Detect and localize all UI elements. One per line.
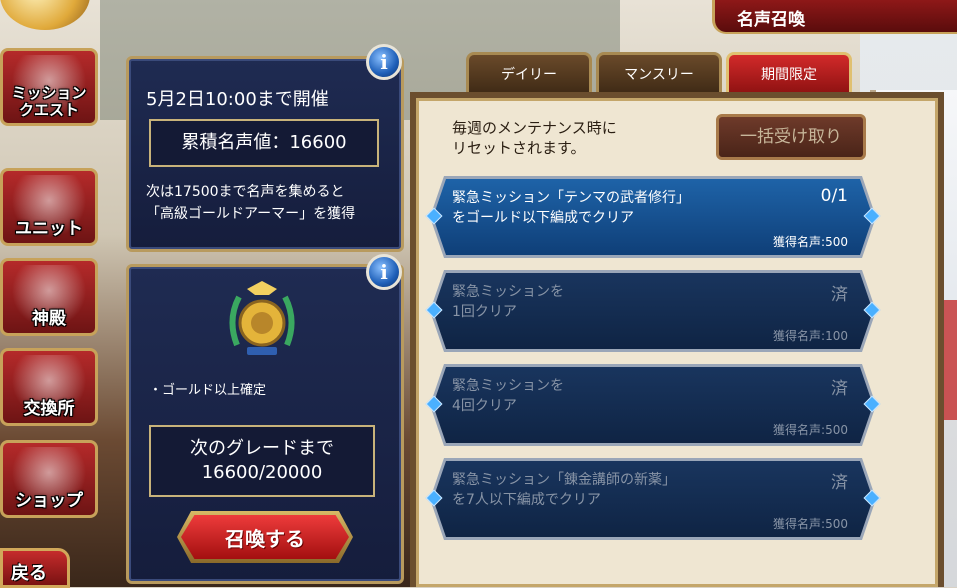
tab-monthly[interactable]: マンスリー [596,52,722,96]
gold-trophy-emblem-icon [229,281,295,355]
next-grade-progress: 16600/20000 [201,462,323,483]
summon-button-label: 召喚する [225,527,305,551]
mission-description: 緊急ミッション「テンマの武者修行」 をゴールド以下編成でクリア [452,190,690,226]
nav-shop-button[interactable]: ショップ [0,440,98,518]
accumulated-fame-box: 累積名声値：16600 [149,119,379,167]
mission-status: 済 [831,285,848,305]
mission-reward: 獲得名声:100 [773,329,848,343]
next-reward-line2: 「高級ゴールドアーマー」を獲得 [146,206,356,222]
next-reward-line1: 次は17500まで名声を集めると [146,184,345,200]
event-end-date: 5月2日10:00まで開催 [146,89,329,110]
nav-temple-label: 神殿 [32,309,66,329]
mission-card[interactable]: 緊急ミッションを 4回クリア 済 獲得名声:500 [425,364,881,446]
next-grade-box: 次のグレードまで 16600/20000 [149,425,375,497]
nav-exchange-label: 交換所 [23,399,75,419]
reset-notice-line1: 毎週のメンテナンス時に [452,119,617,137]
summon-button[interactable]: 召喚する [177,511,353,563]
reset-notice-line2: リセットされます。 [452,139,586,157]
mission-card[interactable]: 緊急ミッション「テンマの武者修行」 をゴールド以下編成でクリア 0/1 獲得名声… [425,176,881,258]
mission-reward: 獲得名声:500 [773,423,848,437]
top-emblem-icon[interactable] [0,0,90,30]
next-reward-text: 次は17500まで名声を集めると 「高級ゴールドアーマー」を獲得 [146,181,406,225]
mission-description: 緊急ミッションを 1回クリア [452,284,564,320]
mission-reward: 獲得名声:500 [773,517,848,531]
info-icon[interactable]: i [366,44,402,80]
bulk-claim-button[interactable]: 一括受け取り [716,114,866,160]
summon-panel: ・ゴールド以上確定 次のグレードまで 16600/20000 召喚する [126,264,404,584]
mission-board: 毎週のメンテナンス時に リセットされます。 一括受け取り 緊急ミッション「テンマ… [410,92,944,587]
nav-mission-quest-button[interactable]: ミッション クエスト [0,48,98,126]
mission-description: 緊急ミッションを 4回クリア [452,378,564,414]
back-button[interactable]: 戻る [0,548,70,588]
mission-card[interactable]: 緊急ミッションを 1回クリア 済 獲得名声:100 [425,270,881,352]
nav-shop-label: ショップ [15,491,83,511]
nav-unit-button[interactable]: ユニット [0,168,98,246]
nav-unit-label: ユニット [15,219,83,239]
mission-progress: 0/1 [820,186,848,206]
side-nav: ミッション クエスト ユニット 神殿 交換所 ショップ 戻る [0,0,110,588]
mission-card[interactable]: 緊急ミッション「錬金講師の新薬」 を7人以下編成でクリア 済 獲得名声:500 [425,458,881,540]
info-icon[interactable]: i [366,254,402,290]
nav-temple-button[interactable]: 神殿 [0,258,98,336]
next-grade-label: 次のグレードまで [190,438,334,459]
tab-daily[interactable]: デイリー [466,52,592,96]
mission-description: 緊急ミッション「錬金講師の新薬」 を7人以下編成でクリア [452,472,676,508]
mission-status: 済 [831,473,848,493]
mission-reward: 獲得名声:500 [773,235,848,249]
mission-status: 済 [831,379,848,399]
event-info-panel: 5月2日10:00まで開催 累積名声値：16600 次は17500まで名声を集め… [126,56,404,252]
guarantee-note: ・ゴールド以上確定 [149,383,267,398]
nav-mission-quest-label: ミッション クエスト [11,84,87,119]
tab-limited[interactable]: 期間限定 [726,52,852,96]
nav-exchange-button[interactable]: 交換所 [0,348,98,426]
page-title: 名声召喚 [712,0,957,34]
reset-notice: 毎週のメンテナンス時に リセットされます。 [452,118,617,158]
